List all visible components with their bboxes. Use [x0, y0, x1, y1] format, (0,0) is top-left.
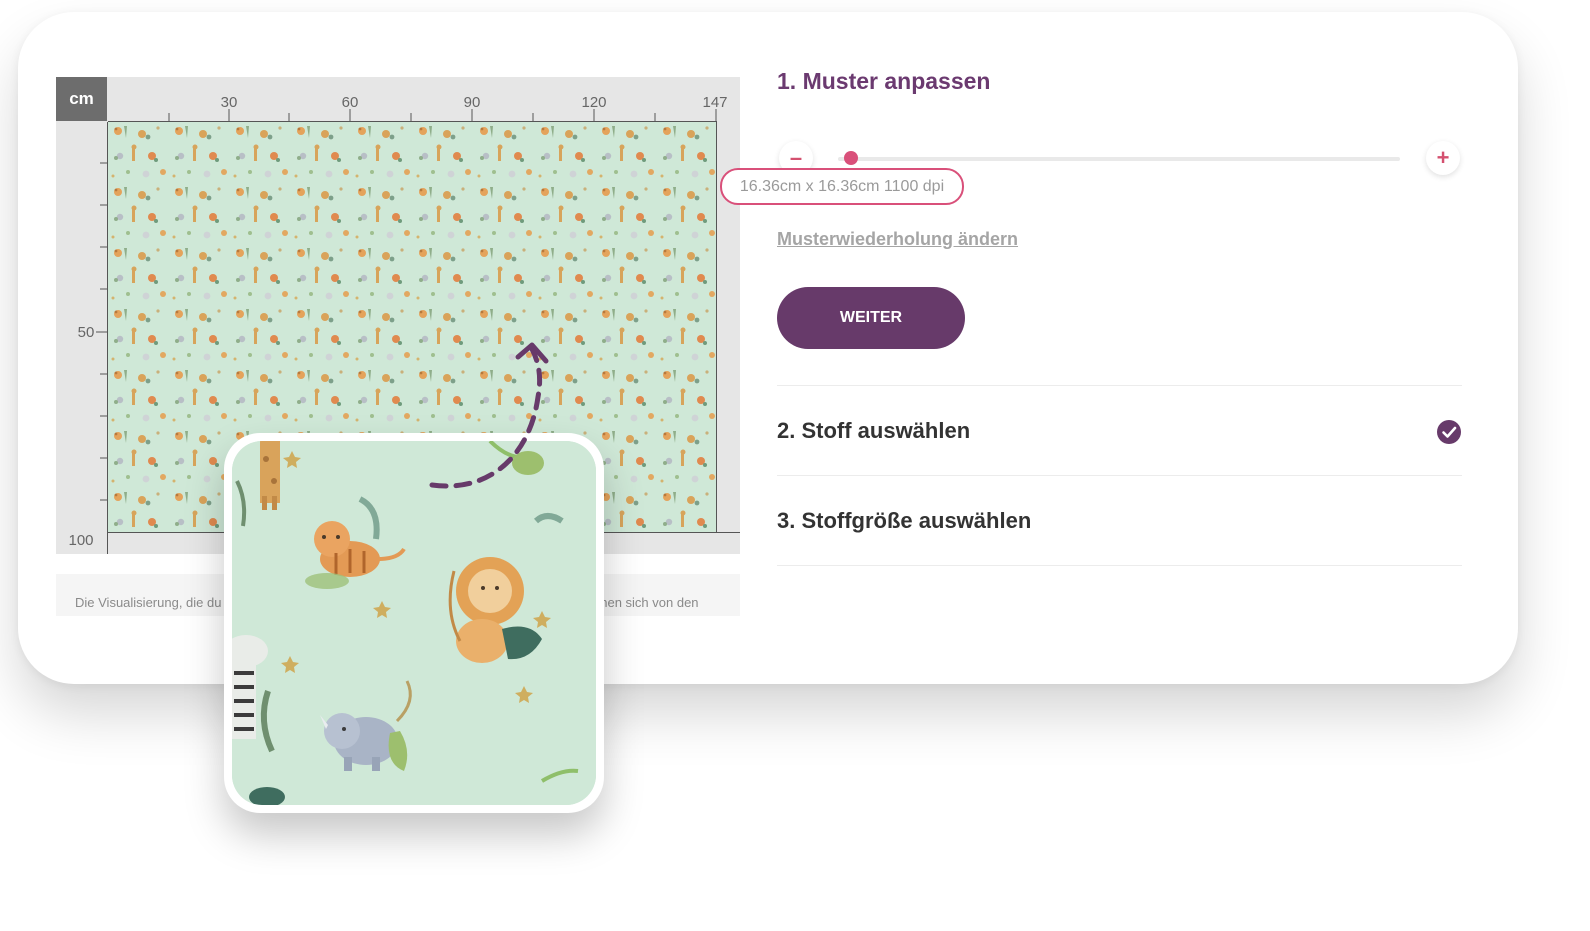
- step2-title[interactable]: 2. Stoff auswählen: [777, 418, 970, 444]
- ruler-tick-50: 50: [78, 324, 95, 341]
- divider: [777, 385, 1462, 386]
- change-repeat-link[interactable]: Musterwiederholung ändern: [777, 229, 1018, 250]
- plus-icon: +: [1436, 145, 1450, 170]
- pattern-size-text: 16.36cm x 16.36cm 1100 dpi: [739, 177, 945, 195]
- zebra-illustration: [232, 635, 275, 753]
- hint-text: Die Visualisierung, die du: [75, 595, 222, 610]
- check-circle-icon: [1437, 420, 1461, 444]
- slider-thumb[interactable]: [843, 151, 858, 165]
- giraffe-illustration: [260, 441, 280, 510]
- zoom-in-button[interactable]: +: [1426, 141, 1460, 175]
- ruler-tick-60: 60: [342, 94, 359, 111]
- pattern-size-label: 16.36cm x 16.36cm 1100 dpi: [720, 168, 964, 205]
- ruler-tick-90: 90: [464, 94, 481, 111]
- minus-icon: –: [789, 145, 803, 170]
- ruler-tick-147: 147: [702, 94, 727, 111]
- divider: [777, 565, 1462, 566]
- step1-title: 1. Muster anpassen: [777, 68, 991, 94]
- pattern-size-slider[interactable]: [838, 157, 1400, 161]
- next-button[interactable]: WEITER: [777, 287, 965, 349]
- hint-text-tail: nnen sich von den: [593, 595, 699, 610]
- ruler-tick-120: 120: [581, 94, 606, 111]
- step3-title[interactable]: 3. Stoffgröße auswählen: [777, 508, 1031, 534]
- ruler-tick-100: 100: [68, 532, 93, 549]
- ruler-tick-30: 30: [221, 94, 238, 111]
- divider: [777, 475, 1462, 476]
- curved-dashed-arrow-icon: [429, 342, 549, 489]
